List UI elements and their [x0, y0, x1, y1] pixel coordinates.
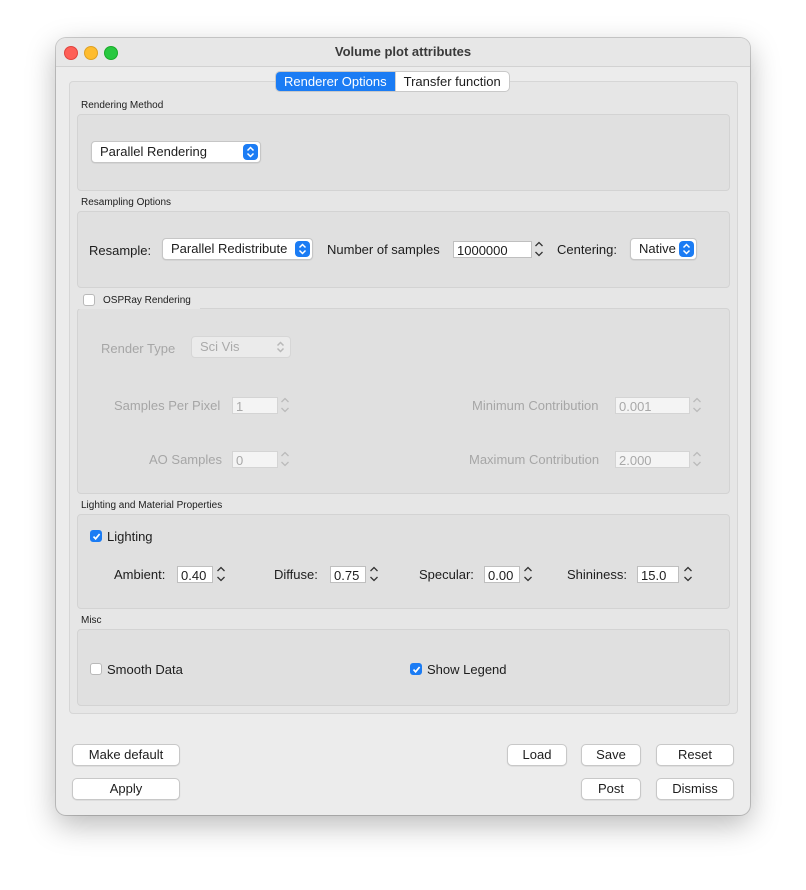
- tab-renderer-options[interactable]: Renderer Options: [276, 72, 395, 91]
- chevron-updown-icon: [243, 144, 258, 160]
- title-bar[interactable]: Volume plot attributes: [56, 38, 750, 67]
- maximum-contribution-label: Maximum Contribution: [469, 452, 600, 467]
- specular-stepper[interactable]: [522, 564, 534, 584]
- samples-per-pixel-label: Samples Per Pixel: [114, 398, 221, 413]
- resampling-options-title: Resampling Options: [81, 197, 172, 208]
- ao-samples-stepper[interactable]: [279, 449, 291, 469]
- minimum-contribution-stepper[interactable]: [691, 395, 703, 415]
- render-type-label: Render Type: [101, 341, 176, 356]
- rendering-method-select[interactable]: Parallel Rendering: [91, 141, 261, 163]
- ambient-input[interactable]: 0.40: [177, 566, 213, 583]
- minimum-contribution-label: Minimum Contribution: [472, 398, 599, 413]
- diffuse-label: Diffuse:: [274, 567, 318, 582]
- lighting-material-group: [77, 514, 730, 609]
- post-button[interactable]: Post: [581, 778, 641, 800]
- chevron-updown-icon: [273, 339, 288, 355]
- load-button[interactable]: Load: [507, 744, 567, 766]
- rendering-method-title: Rendering Method: [81, 100, 164, 111]
- resample-value: Parallel Redistribute: [171, 241, 288, 256]
- ambient-stepper[interactable]: [215, 564, 227, 584]
- chevron-updown-icon: [679, 241, 694, 257]
- ospray-rendering-title: OSPRay Rendering: [103, 295, 191, 306]
- dismiss-button[interactable]: Dismiss: [656, 778, 734, 800]
- maximum-contribution-stepper[interactable]: [691, 449, 703, 469]
- render-type-value: Sci Vis: [200, 339, 240, 354]
- misc-title: Misc: [81, 615, 102, 626]
- resample-label: Resample:: [89, 243, 152, 258]
- diffuse-input[interactable]: 0.75: [330, 566, 366, 583]
- shininess-label: Shininess:: [567, 567, 627, 582]
- rendering-method-value: Parallel Rendering: [100, 144, 207, 159]
- tab-transfer-function[interactable]: Transfer function: [394, 72, 509, 91]
- minimum-contribution-input[interactable]: 0.001: [615, 397, 690, 414]
- centering-label: Centering:: [557, 242, 617, 257]
- centering-value: Native: [639, 241, 676, 256]
- centering-select[interactable]: Native: [630, 238, 697, 260]
- ao-samples-label: AO Samples: [149, 452, 222, 467]
- number-of-samples-label: Number of samples: [327, 242, 440, 257]
- specular-input[interactable]: 0.00: [484, 566, 520, 583]
- lighting-label: Lighting: [107, 529, 153, 544]
- ambient-label: Ambient:: [114, 567, 166, 582]
- tab-bar: Renderer Options Transfer function: [275, 71, 510, 92]
- diffuse-stepper[interactable]: [368, 564, 380, 584]
- smooth-data-label: Smooth Data: [107, 662, 183, 677]
- make-default-button[interactable]: Make default: [72, 744, 180, 766]
- ospray-rendering-checkbox[interactable]: [83, 294, 95, 306]
- samples-per-pixel-input[interactable]: 1: [232, 397, 278, 414]
- resample-select[interactable]: Parallel Redistribute: [162, 238, 313, 260]
- lighting-checkbox[interactable]: [90, 530, 102, 542]
- reset-button[interactable]: Reset: [656, 744, 734, 766]
- volume-plot-attributes-window: Volume plot attributes Renderer Options …: [56, 38, 750, 815]
- show-legend-label: Show Legend: [427, 662, 507, 677]
- lighting-material-title: Lighting and Material Properties: [81, 500, 223, 511]
- shininess-input[interactable]: 15.0: [637, 566, 679, 583]
- render-type-select[interactable]: Sci Vis: [191, 336, 291, 358]
- apply-button[interactable]: Apply: [72, 778, 180, 800]
- ao-samples-input[interactable]: 0: [232, 451, 278, 468]
- number-of-samples-input[interactable]: 1000000: [453, 241, 532, 258]
- save-button[interactable]: Save: [581, 744, 641, 766]
- window-title: Volume plot attributes: [334, 44, 472, 59]
- chevron-updown-icon: [295, 241, 310, 257]
- samples-per-pixel-stepper[interactable]: [279, 395, 291, 415]
- show-legend-checkbox[interactable]: [410, 663, 422, 675]
- checkmark-icon: [92, 533, 101, 541]
- number-of-samples-stepper[interactable]: [533, 239, 545, 259]
- shininess-stepper[interactable]: [682, 564, 694, 584]
- specular-label: Specular:: [419, 567, 474, 582]
- smooth-data-checkbox[interactable]: [90, 663, 102, 675]
- maximum-contribution-input[interactable]: 2.000: [615, 451, 690, 468]
- checkmark-icon: [412, 666, 421, 674]
